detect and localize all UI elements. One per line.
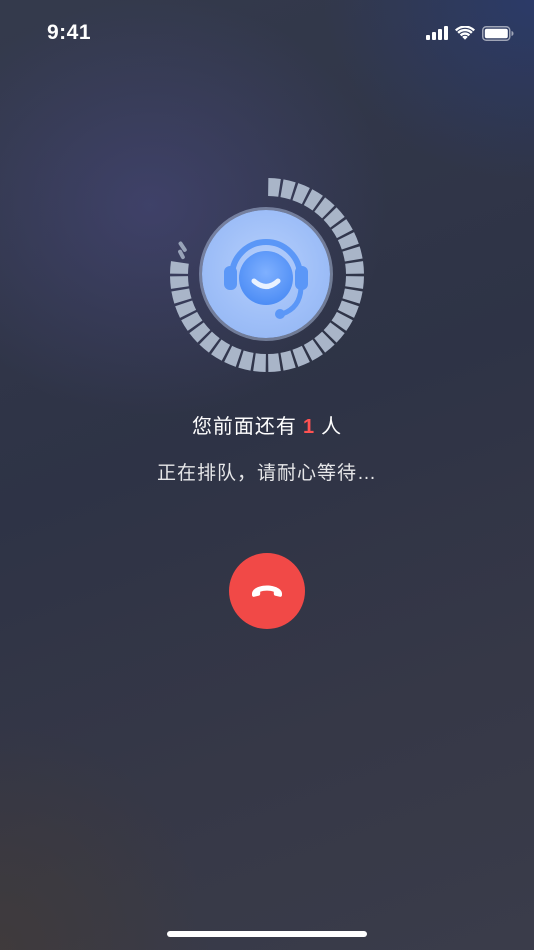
progress-ring-segment [170,276,189,289]
progress-ring-segment [170,261,189,274]
hangup-button[interactable] [229,553,305,629]
progress-ring-segment [342,288,363,304]
customer-service-headset-icon [224,239,308,319]
queue-count: 1 [302,416,316,438]
status-time: 9:41 [47,21,92,44]
wifi-icon [455,25,475,41]
progress-ring-segment [171,288,192,304]
cellular-signal-icon [426,26,448,40]
home-indicator [167,931,367,937]
progress-ring-segment [280,350,296,371]
progress-ring-segment [280,179,296,200]
battery-icon [482,25,514,41]
customer-service-avatar [202,210,330,338]
progress-ring-segment [268,178,281,197]
queue-prefix: 您前面还有 [191,416,297,438]
queue-suffix: 人 [321,416,343,438]
progress-ring-segment [345,261,364,274]
queue-progress-ring [167,175,367,375]
queue-status-text: 正在排队，请耐心等待… [156,463,377,484]
status-icons [426,24,514,42]
progress-ring-segment [253,353,266,372]
progress-ring-tail [178,249,185,260]
progress-ring-tail [178,241,187,252]
queue-position-text: 您前面还有 1 人 [0,410,534,439]
status-bar: 9:41 [0,0,534,66]
progress-ring-segment [345,276,364,289]
progress-ring-segment [268,353,281,372]
progress-ring-segment [238,350,254,371]
progress-ring-segment [342,246,363,262]
phone-hangup-icon [252,585,282,597]
